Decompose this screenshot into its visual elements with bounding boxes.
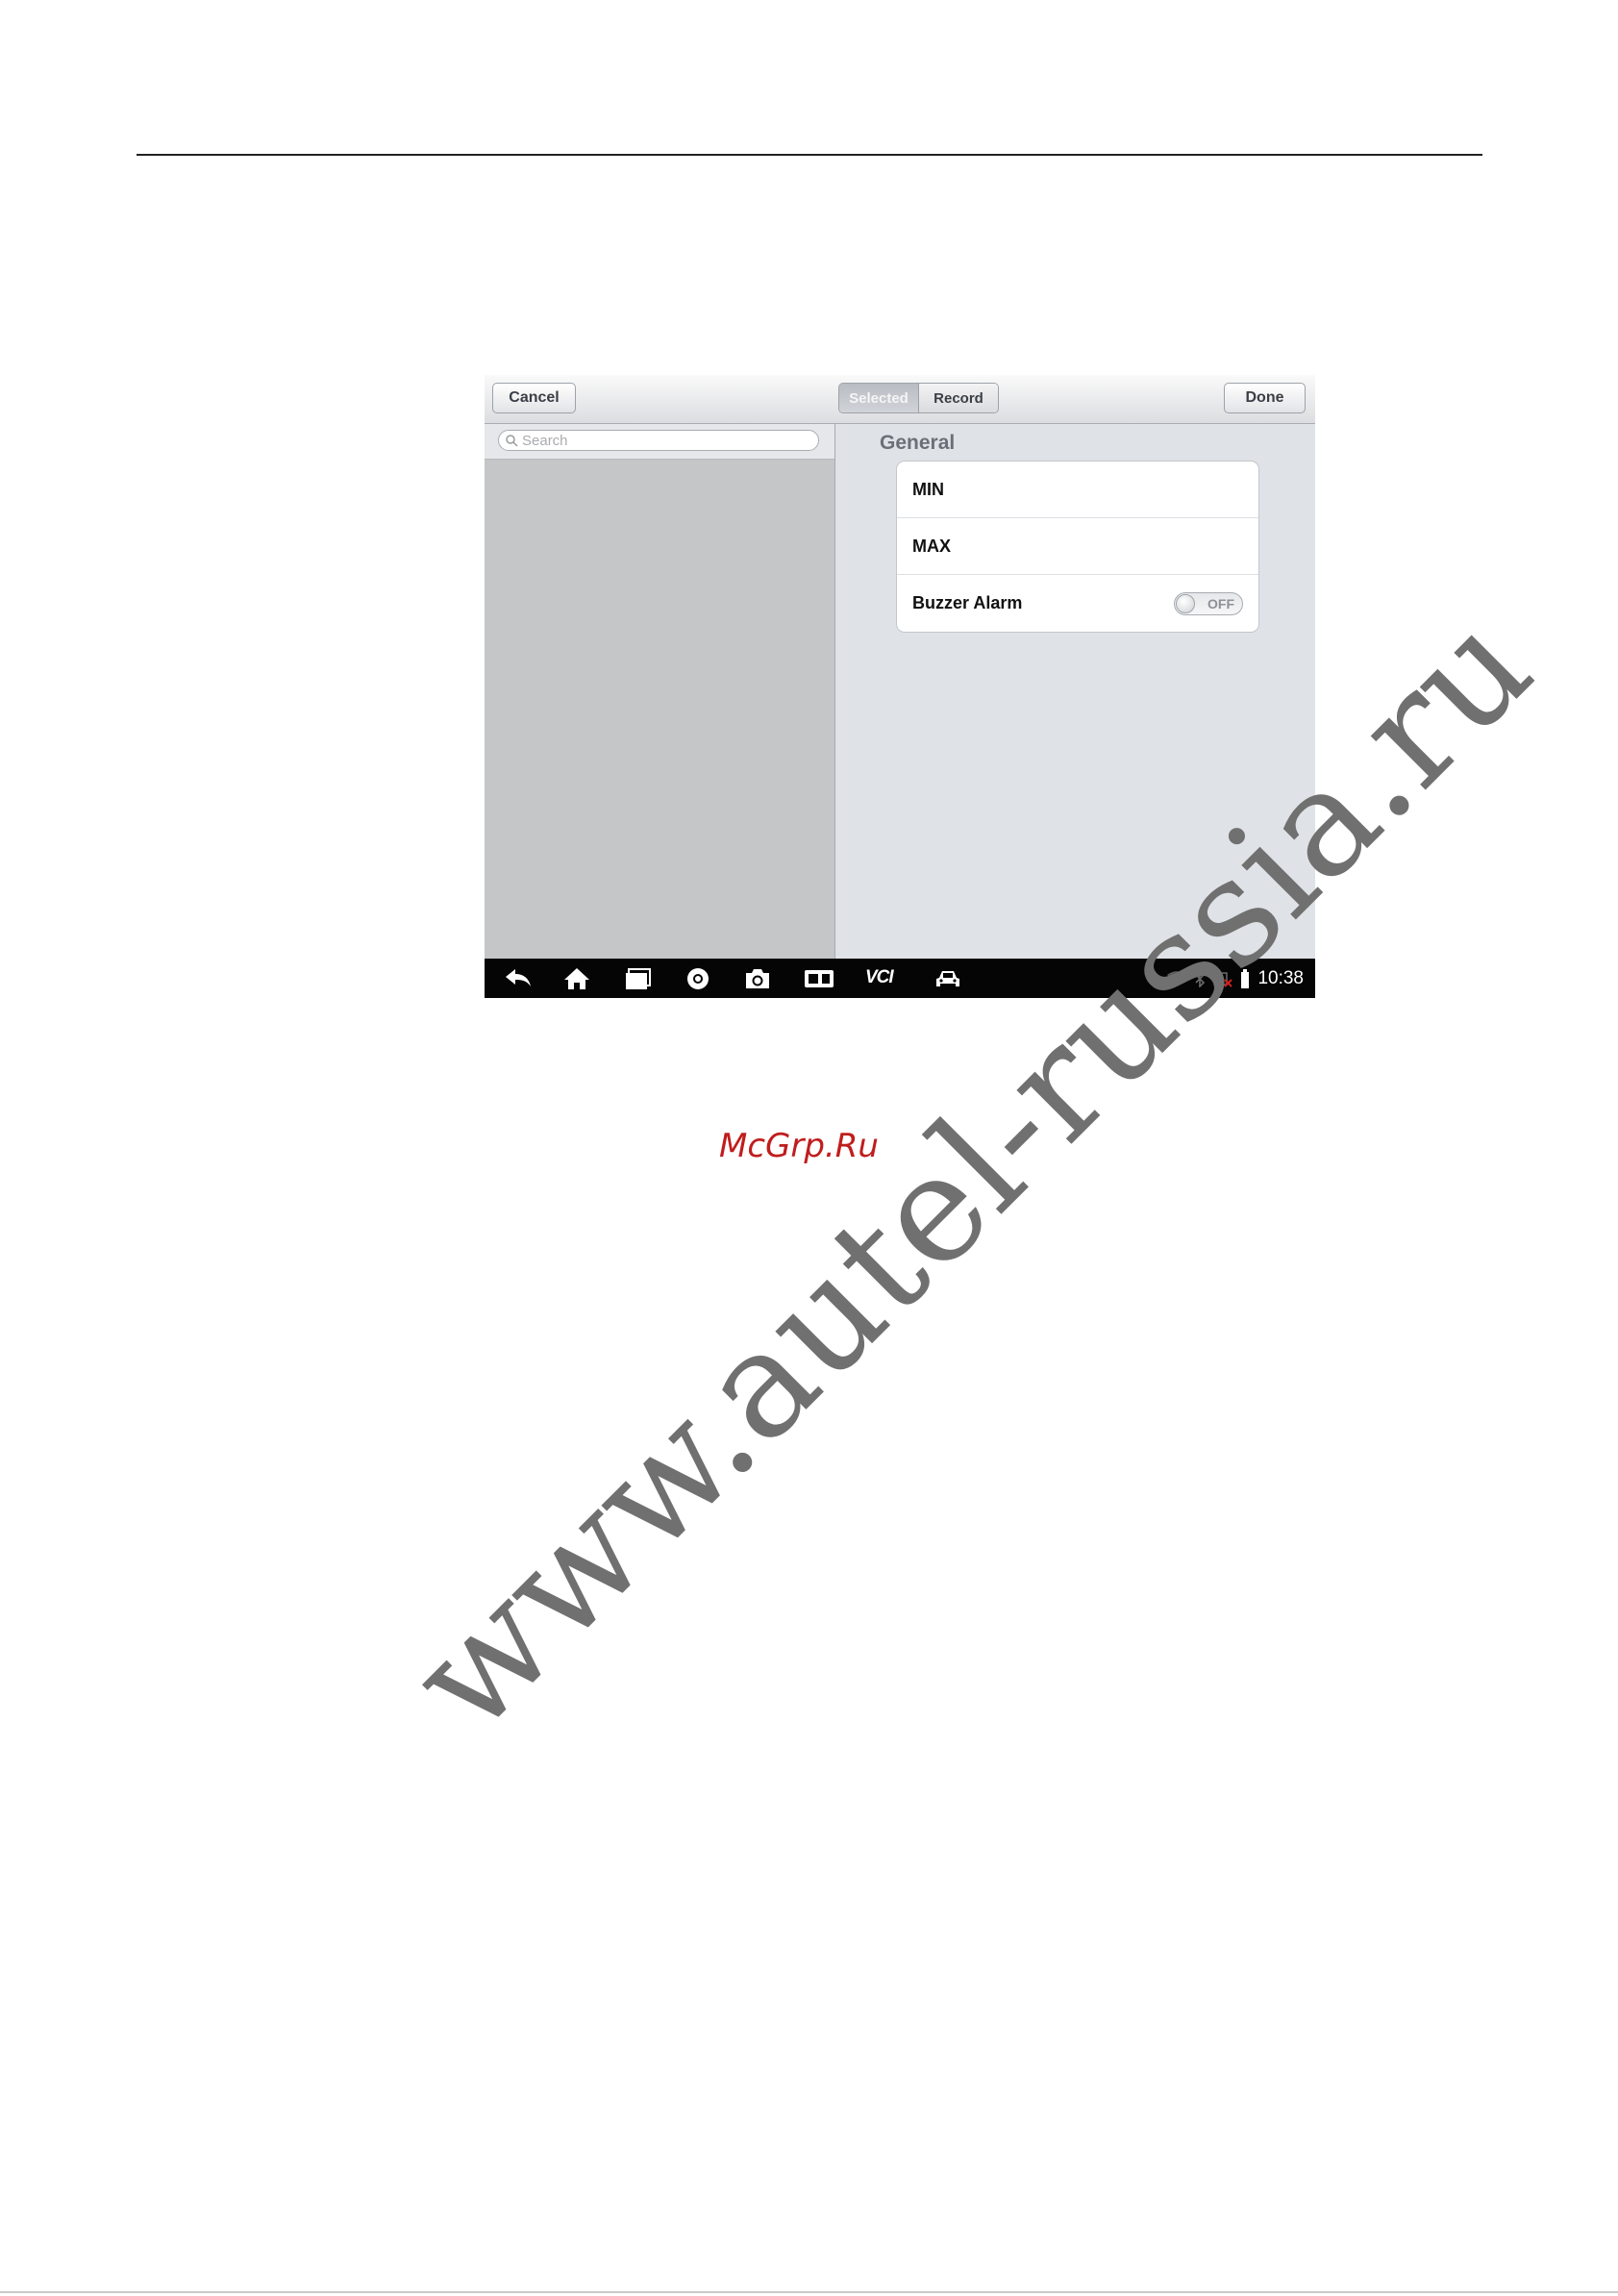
home-icon[interactable] [563, 967, 590, 990]
recent-apps-icon[interactable] [625, 967, 652, 990]
search-placeholder: Search [522, 432, 568, 449]
top-toolbar: Cancel Selected Record Done [485, 375, 1315, 424]
done-button[interactable]: Done [1224, 383, 1306, 413]
back-icon[interactable] [504, 967, 533, 988]
mcgrp-watermark: McGrp.Ru [719, 1127, 879, 1165]
settings-row-max[interactable]: MAX [897, 518, 1258, 575]
row-label: MAX [912, 536, 951, 556]
browser-icon[interactable] [686, 967, 709, 990]
settings-group: MIN MAX Buzzer Alarm OFF [896, 461, 1259, 633]
page-bottom-rule [0, 2291, 1618, 2293]
search-input[interactable]: Search [498, 430, 819, 451]
section-title: General [880, 432, 956, 454]
row-label: Buzzer Alarm [912, 593, 1023, 612]
buzzer-alarm-toggle[interactable]: OFF [1174, 591, 1243, 615]
settings-row-min[interactable]: MIN [897, 462, 1258, 518]
camera-icon[interactable] [744, 967, 771, 990]
vci-icon[interactable]: VCI [865, 967, 894, 988]
search-bar: Search [485, 424, 834, 460]
settings-row-buzzer-alarm: Buzzer Alarm OFF [897, 575, 1258, 632]
cancel-button[interactable]: Cancel [492, 383, 576, 413]
display-icon[interactable] [804, 967, 834, 990]
vci-label: VCI [865, 967, 894, 987]
parameter-list-pane: Search [485, 424, 835, 959]
toggle-state: OFF [1207, 595, 1234, 611]
car-icon[interactable] [934, 967, 961, 990]
row-label: MIN [912, 479, 944, 499]
tab-record[interactable]: Record [919, 384, 998, 412]
toggle-knob [1176, 593, 1195, 613]
tab-selected[interactable]: Selected [839, 384, 919, 412]
search-icon [505, 434, 518, 447]
segmented-control: Selected Record [838, 383, 999, 413]
page-top-rule [137, 154, 1482, 156]
